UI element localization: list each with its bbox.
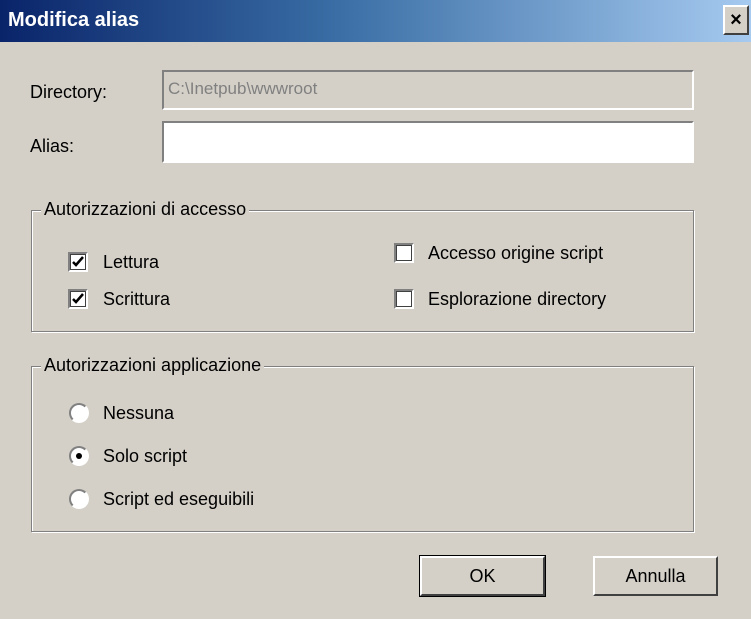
close-icon: × [730,9,742,31]
solo-script-radio[interactable] [69,446,89,466]
nessuna-radio[interactable] [69,403,89,423]
directory-label: Directory: [30,82,108,102]
accesso-origine-script-label[interactable]: Accesso origine script [428,243,603,264]
directory-field: C:\Inetpub\wwwroot [162,70,694,110]
checkmark-icon [72,293,84,304]
lettura-checkbox[interactable] [68,252,88,272]
nessuna-label[interactable]: Nessuna [103,403,174,424]
scrittura-checkbox[interactable] [68,289,88,309]
annulla-button[interactable]: Annulla [593,556,718,596]
window-title: Modifica alias [8,9,140,31]
ok-button[interactable]: OK [419,555,546,597]
radio-selected-dot [76,453,82,459]
esplorazione-directory-checkbox[interactable] [394,289,414,309]
accesso-origine-script-checkbox[interactable] [394,243,414,263]
esplorazione-directory-label[interactable]: Esplorazione directory [428,289,606,310]
checkmark-icon [72,256,84,267]
script-ed-eseguibili-label[interactable]: Script ed eseguibili [103,489,254,510]
alias-input[interactable] [162,121,694,163]
solo-script-label[interactable]: Solo script [103,446,187,467]
access-permissions-title: Autorizzazioni di accesso [41,199,250,220]
application-permissions-title: Autorizzazioni applicazione [41,355,265,376]
close-button[interactable]: × [723,5,749,35]
title-bar[interactable]: Modifica alias × [0,0,751,42]
scrittura-label[interactable]: Scrittura [103,289,170,310]
modifica-alias-dialog: Modifica alias × Directory: C:\Inetpub\w… [0,0,751,619]
alias-label: Alias: [30,136,75,156]
script-ed-eseguibili-radio[interactable] [69,489,89,509]
lettura-label[interactable]: Lettura [103,252,159,273]
